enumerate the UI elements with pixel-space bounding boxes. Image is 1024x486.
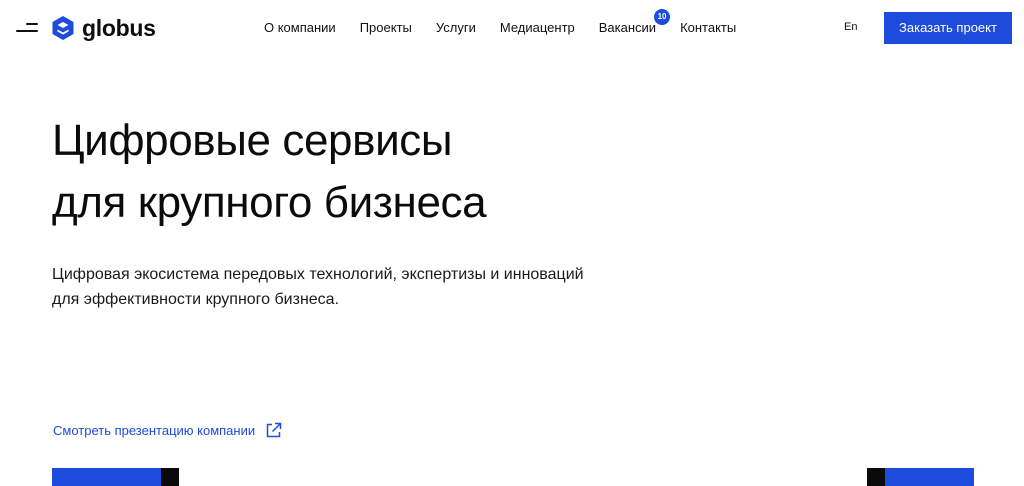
globus-logo-icon xyxy=(52,16,74,40)
nav-item-about[interactable]: О компании xyxy=(264,20,336,35)
hero-title-line-1: Цифровые сервисы xyxy=(52,116,453,165)
hero-subtitle: Цифровая экосистема передовых технологий… xyxy=(52,262,584,312)
menu-icon[interactable] xyxy=(14,20,38,38)
nav-item-contacts[interactable]: Контакты xyxy=(680,20,736,35)
hero-title-line-2: для крупного бизнеса xyxy=(52,178,487,227)
external-link-icon xyxy=(266,422,282,438)
banner-block-black-right xyxy=(867,468,885,486)
menu-icon-bar-bottom xyxy=(16,30,38,32)
site-header: globus О компании Проекты Услуги Медиаце… xyxy=(0,0,1024,58)
banner-block-blue-left xyxy=(52,468,161,486)
banner-block-black-left xyxy=(161,468,179,486)
language-switch[interactable]: En xyxy=(844,21,857,33)
hero-banner xyxy=(52,468,974,486)
presentation-link[interactable]: Смотреть презентацию компании xyxy=(53,422,282,439)
hero-title: Цифровые сервисы для крупного бизнеса xyxy=(52,110,487,234)
nav-item-media[interactable]: Медиацентр xyxy=(500,20,575,35)
presentation-link-label: Смотреть презентацию компании xyxy=(53,423,256,438)
hero-subtitle-line-2: для эффективности крупного бизнеса. xyxy=(52,291,340,308)
brand-name: globus xyxy=(82,14,156,41)
order-project-button[interactable]: Заказать проект xyxy=(884,12,1012,44)
nav-item-services[interactable]: Услуги xyxy=(436,20,476,35)
menu-icon-bar-top xyxy=(26,23,38,25)
nav-item-vacancies[interactable]: Вакансии 10 xyxy=(598,9,671,35)
vacancies-count-badge: 10 xyxy=(654,9,671,25)
page: globus О компании Проекты Услуги Медиаце… xyxy=(0,0,1024,486)
banner-block-blue-right xyxy=(885,468,974,486)
main-nav: О компании Проекты Услуги Медиацентр Вак… xyxy=(264,9,736,35)
nav-item-vacancies-label: Вакансии xyxy=(598,20,657,35)
logo[interactable]: globus xyxy=(52,14,156,42)
hero-subtitle-line-1: Цифровая экосистема передовых технологий… xyxy=(52,266,584,283)
nav-item-projects[interactable]: Проекты xyxy=(360,20,412,35)
